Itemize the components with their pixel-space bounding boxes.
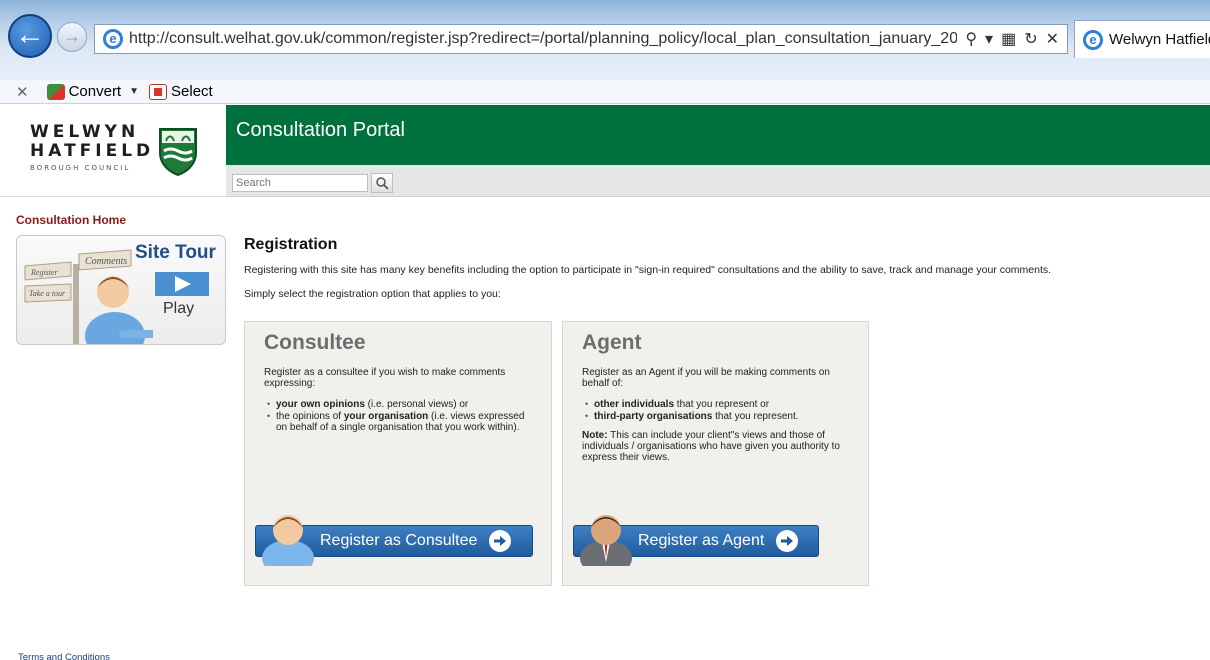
agent-bullets: other individuals that you represent or …	[582, 399, 854, 422]
browser-chrome: ← → e http://consult.welhat.gov.uk/commo…	[0, 0, 1210, 80]
play-label: Play	[163, 300, 195, 317]
consultee-heading: Consultee	[264, 331, 366, 354]
logo-line3: BOROUGH COUNCIL	[30, 164, 131, 172]
consultee-description: Register as a consultee if you wish to m…	[264, 367, 506, 389]
agent-body: Register as an Agent if you will be maki…	[582, 367, 854, 463]
back-arrow-icon[interactable]: ←	[8, 14, 52, 58]
select-button[interactable]: Select	[149, 83, 213, 100]
list-item: other individuals that you represent or	[582, 399, 854, 410]
registration-intro: Registering with this site has many key …	[244, 264, 1052, 276]
forward-arrow-icon[interactable]: →	[57, 22, 87, 52]
convert-icon	[46, 83, 65, 100]
close-toolbar-icon[interactable]: ✕	[16, 83, 29, 101]
agent-description: Register as an Agent if you will be maki…	[582, 367, 830, 389]
consultation-home-link[interactable]: Consultation Home	[16, 213, 126, 227]
site-tour-title: Site Tour	[135, 242, 216, 263]
stop-icon[interactable]: ✕	[1046, 29, 1059, 49]
consultee-body: Register as a consultee if you wish to m…	[264, 367, 536, 434]
browser-toolbar: ✕ Convert ▼ Select	[0, 80, 1210, 104]
list-item: third-party organisations that you repre…	[582, 411, 854, 422]
address-bar[interactable]: e http://consult.welhat.gov.uk/common/re…	[94, 24, 1068, 54]
register-consultee-label: Register as Consultee	[320, 532, 478, 549]
consultee-bullets: your own opinions (i.e. personal views) …	[264, 399, 536, 433]
search-icon[interactable]: ⚲	[965, 29, 977, 49]
portal-title[interactable]: Consultation Portal	[236, 119, 405, 142]
tab-title: Welwyn Hatfield	[1109, 31, 1210, 48]
arrow-right-icon	[776, 530, 799, 552]
consultee-panel: Consultee Register as a consultee if you…	[244, 321, 552, 586]
refresh-icon[interactable]: ↻	[1024, 29, 1037, 49]
arrow-right-icon	[489, 530, 512, 552]
select-label: Select	[171, 83, 213, 100]
list-item: your own opinions (i.e. personal views) …	[264, 399, 536, 410]
agent-heading: Agent	[582, 331, 642, 354]
address-tools: ⚲ ▾ ▦ ↻ ✕	[957, 29, 1067, 49]
tab-ie-icon: e	[1083, 29, 1103, 50]
shield-icon	[159, 128, 197, 177]
compat-view-icon[interactable]: ▦	[1001, 29, 1016, 49]
logo-text: WELWYN HATFIELD BOROUGH COUNCIL	[30, 122, 155, 173]
page-title: Registration	[244, 236, 338, 253]
dropdown-icon[interactable]: ▾	[985, 29, 993, 49]
url-text[interactable]: http://consult.welhat.gov.uk/common/regi…	[129, 30, 957, 48]
magnifier-icon	[376, 177, 389, 190]
chevron-down-icon[interactable]: ▼	[129, 86, 139, 97]
logo-line2: HATFIELD	[30, 141, 155, 161]
ie-icon: e	[103, 29, 123, 49]
select-icon	[149, 83, 168, 100]
council-logo[interactable]: WELWYN HATFIELD BOROUGH COUNCIL	[0, 105, 226, 197]
agent-note: Note: This can include your client"s vie…	[582, 430, 840, 463]
list-item: the opinions of your organisation (i.e. …	[264, 411, 536, 433]
sign-register: Register	[30, 268, 59, 277]
register-consultee-button[interactable]: Register as Consultee	[255, 515, 533, 566]
site-tour-banner[interactable]: Register Comments Take a tour Site Tour …	[16, 235, 226, 345]
registration-prompt: Simply select the registration option th…	[244, 288, 501, 300]
sign-take-a-tour: Take a tour	[29, 289, 66, 298]
convert-button[interactable]: Convert ▼	[46, 83, 139, 100]
terms-and-conditions-link[interactable]: Terms and Conditions	[18, 652, 110, 660]
header-band: Consultation Portal	[226, 105, 1210, 165]
sign-comments: Comments	[85, 256, 127, 267]
agent-panel: Agent Register as an Agent if you will b…	[562, 321, 869, 586]
logo-line1: WELWYN	[30, 122, 140, 142]
search-bar	[226, 165, 1210, 197]
search-button[interactable]	[371, 173, 393, 193]
browser-tab[interactable]: e Welwyn Hatfield	[1074, 20, 1210, 58]
consultee-avatar-icon	[262, 515, 314, 566]
convert-label: Convert	[68, 83, 122, 100]
agent-avatar-icon	[580, 515, 632, 566]
signpost-illustration: Register Comments Take a tour	[24, 249, 153, 344]
register-agent-button[interactable]: Register as Agent	[573, 515, 819, 566]
search-input[interactable]	[232, 174, 368, 192]
register-agent-label: Register as Agent	[638, 532, 765, 549]
